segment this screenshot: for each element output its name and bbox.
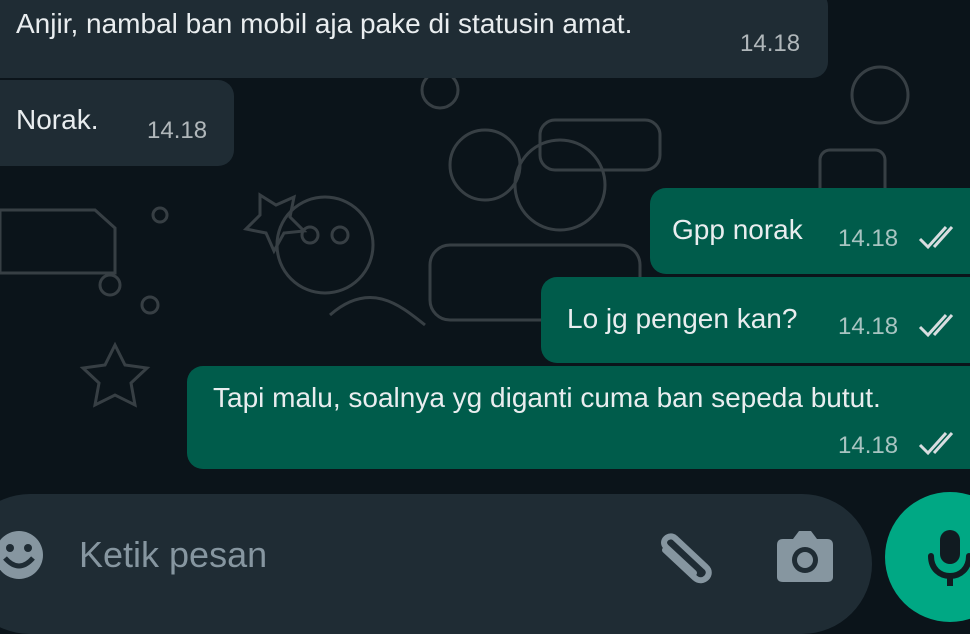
voice-message-button[interactable] [885, 492, 970, 622]
message-input[interactable] [79, 530, 579, 580]
message-time: 14.18 [838, 225, 899, 252]
emoji-icon[interactable] [0, 527, 47, 583]
message-text: Anjir, nambal ban mobil aja pake di stat… [16, 8, 633, 39]
incoming-message-1[interactable]: Anjir, nambal ban mobil aja pake di stat… [0, 0, 828, 78]
message-text: Lo jg pengen kan? [567, 303, 798, 334]
incoming-message-2[interactable]: Norak. 14.18 [0, 80, 234, 166]
message-time: 14.18 [740, 30, 801, 57]
message-text: Norak. [16, 104, 99, 135]
double-check-icon [918, 313, 954, 338]
microphone-icon [928, 530, 970, 586]
camera-icon[interactable] [775, 527, 835, 583]
outgoing-message-2[interactable]: Lo jg pengen kan? 14.18 [541, 277, 970, 363]
outgoing-message-1[interactable]: Gpp norak 14.18 [650, 188, 970, 274]
message-text: Tapi malu, soalnya yg diganti cuma ban s… [213, 382, 881, 413]
message-text: Gpp norak [672, 214, 803, 245]
paperclip-icon[interactable] [650, 530, 722, 590]
double-check-icon [918, 225, 954, 250]
message-time: 14.18 [838, 313, 899, 340]
message-time: 14.18 [838, 432, 899, 459]
double-check-icon [918, 431, 954, 456]
outgoing-message-3[interactable]: Tapi malu, soalnya yg diganti cuma ban s… [187, 366, 970, 469]
message-time: 14.18 [147, 117, 208, 144]
